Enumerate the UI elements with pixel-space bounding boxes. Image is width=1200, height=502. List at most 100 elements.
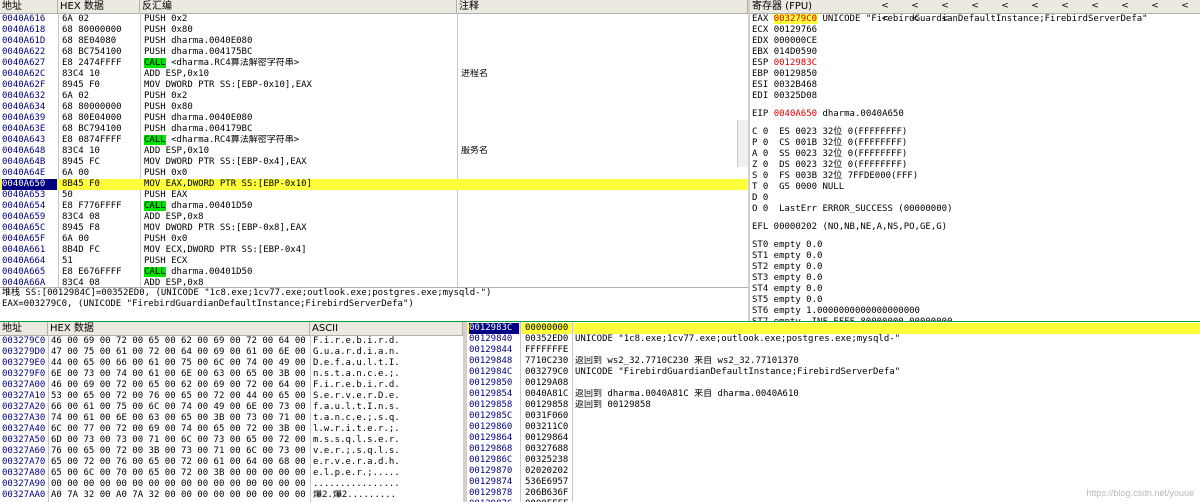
register-ebp[interactable]: EBP 00129850 <box>752 69 1200 80</box>
fpu-register[interactable]: ST5 empty 0.0 <box>752 295 1200 306</box>
register-value[interactable]: 014D0590 <box>774 47 817 57</box>
dump-row[interactable]: 00327A80 65 00 6C 00 70 00 65 00 72 00 3B… <box>0 468 463 479</box>
flag-line[interactable]: T 0 GS 0000 NULL <box>752 182 1200 193</box>
stack-row[interactable]: 00129858 00129858 返回到 00129858 <box>467 400 1200 411</box>
register-eip[interactable]: EIP 0040A650 dharma.0040A650 <box>752 109 1200 120</box>
disasm-row[interactable]: 0040A648 83C4 10 ADD ESP,0x10 服务名 <box>0 146 748 157</box>
dump-row[interactable]: 00327A40 6C 00 77 00 72 00 69 00 74 00 65… <box>0 424 463 435</box>
flag-line[interactable]: D 0 <box>752 193 1200 204</box>
disasm-row[interactable]: 0040A65C 8945 F8 MOV DWORD PTR SS:[EBP-0x8… <box>0 223 748 234</box>
disasm-row[interactable]: 0040A654 E8 F776FFFF CALL dharma.00401D50 <box>0 201 748 212</box>
disasm-row[interactable]: 0040A643 E8 0874FFFF CALL <dharma.RC4算法解密字… <box>0 135 748 146</box>
dump-col-addr-header[interactable]: 地址 <box>0 322 48 335</box>
register-value[interactable]: 0012983C <box>774 58 817 68</box>
dump-row[interactable]: 00327A30 74 00 61 00 6E 00 63 00 65 00 3B… <box>0 413 463 424</box>
dump-pane[interactable]: 地址 HEX 数据 ASCII 003279C0 46 00 69 00 72 0… <box>0 322 463 502</box>
disasm-row[interactable]: 0040A618 68 80000000 PUSH 0x80 <box>0 25 748 36</box>
disasm-row[interactable]: 0040A653 50 PUSH EAX <box>0 190 748 201</box>
stack-row[interactable]: 0012986C 00325238 <box>467 455 1200 466</box>
dump-col-ascii-header[interactable]: ASCII <box>310 322 463 335</box>
disasm-row[interactable]: 0040A632 6A 02 PUSH 0x2 <box>0 91 748 102</box>
disasm-row[interactable]: 0040A65F 6A 00 PUSH 0x0 <box>0 234 748 245</box>
register-value[interactable]: 00325D08 <box>774 91 817 101</box>
disasm-row[interactable]: 0040A63E 68 BC794100 PUSH dharma.004179BC <box>0 124 748 135</box>
dump-row[interactable]: 003279D0 47 00 75 00 61 00 72 00 64 00 69… <box>0 347 463 358</box>
stack-row[interactable]: 0012983C 00000000 <box>467 323 1200 334</box>
dump-row[interactable]: 00327A50 6D 00 73 00 73 00 71 00 6C 00 73… <box>0 435 463 446</box>
dump-row[interactable]: 00327A10 53 00 65 00 72 00 76 00 65 00 72… <box>0 391 463 402</box>
flag-line[interactable]: P 0 CS 001B 32位 0(FFFFFFFF) <box>752 138 1200 149</box>
col-asm-header[interactable]: 反汇编 <box>140 0 457 13</box>
fpu-register[interactable]: ST3 empty 0.0 <box>752 273 1200 284</box>
disasm-row[interactable]: 0040A664 51 PUSH ECX <box>0 256 748 267</box>
stack-row[interactable]: 0012985C 0031F060 <box>467 411 1200 422</box>
registers-title[interactable]: 寄存器 (FPU) <box>750 0 870 13</box>
register-nav-arrow[interactable]: < <box>990 0 1020 13</box>
register-esi[interactable]: ESI 0032B468 <box>752 80 1200 91</box>
fpu-register[interactable]: ST2 empty 0.0 <box>752 262 1200 273</box>
disasm-row[interactable]: 0040A627 E8 2474FFFF CALL <dharma.RC4算法解密字… <box>0 58 748 69</box>
disasm-row[interactable]: 0040A62C 83C4 10 ADD ESP,0x10 进程名 <box>0 69 748 80</box>
register-value[interactable]: 003279C0 <box>773 14 818 24</box>
disasm-row[interactable]: 0040A659 83C4 08 ADD ESP,0x8 <box>0 212 748 223</box>
stack-row[interactable]: 00129870 02020202 <box>467 466 1200 477</box>
stack-row[interactable]: 00129848 7710C230 返回到 ws2_32.7710C230 来自 w… <box>467 356 1200 367</box>
register-ebx[interactable]: EBX 014D0590 <box>752 47 1200 58</box>
register-nav-arrow[interactable]: < <box>1110 0 1140 13</box>
dump-col-hex-header[interactable]: HEX 数据 <box>48 322 310 335</box>
stack-row[interactable]: 00129864 00129864 <box>467 433 1200 444</box>
register-nav-arrow[interactable]: < <box>870 0 900 13</box>
register-value[interactable]: 0040A650 <box>774 109 817 119</box>
dump-row[interactable]: 00327A90 00 00 00 00 00 00 00 00 00 00 00… <box>0 479 463 490</box>
registers-pane[interactable]: 寄存器 (FPU) < < < < < < < < < < << < < EAX 003279C0 UN… <box>750 0 1200 322</box>
flag-line[interactable]: C 0 ES 0023 32位 0(FFFFFFFF) <box>752 127 1200 138</box>
register-nav-arrows[interactable]: < < < < < < < < < < << < < <box>870 0 1200 24</box>
disasm-row[interactable]: 0040A66A 83C4 08 ADD ESP,0x8 <box>0 278 748 287</box>
dump-row[interactable]: 003279C0 46 00 69 00 72 00 65 00 62 00 69… <box>0 336 463 347</box>
stack-row[interactable]: 0012984C 003279C0 UNICODE "FirebirdGuardia… <box>467 367 1200 378</box>
disasm-pane[interactable]: 地址 HEX 数据 反汇编 注释 0040A616 6A 02 PUSH 0x2 00… <box>0 0 748 287</box>
efl-line[interactable]: EFL 00000202 (NO,NB,NE,A,NS,PO,GE,G) <box>752 222 1200 233</box>
register-value[interactable]: 00129850 <box>774 69 817 79</box>
dump-row[interactable]: 00327A60 76 00 65 00 72 00 3B 00 73 00 71… <box>0 446 463 457</box>
register-nav-arrow[interactable]: < <box>1020 0 1050 13</box>
stack-row[interactable]: 00129874 536E6957 <box>467 477 1200 488</box>
disasm-row[interactable]: 0040A62F 8945 F0 MOV DWORD PTR SS:[EBP-0x1… <box>0 80 748 91</box>
disasm-row[interactable]: 0040A64E 6A 00 PUSH 0x0 <box>0 168 748 179</box>
register-value[interactable]: 000000CE <box>774 36 817 46</box>
register-value[interactable]: 00129766 <box>774 25 817 35</box>
disasm-row[interactable]: 0040A616 6A 02 PUSH 0x2 <box>0 14 748 25</box>
col-addr-header[interactable]: 地址 <box>0 0 58 13</box>
flag-line[interactable]: O 0 LastErr ERROR_SUCCESS (00000000) <box>752 204 1200 215</box>
fpu-register[interactable]: ST1 empty 0.0 <box>752 251 1200 262</box>
disasm-row[interactable]: 0040A622 68 BC754100 PUSH dharma.004175BC <box>0 47 748 58</box>
dump-row[interactable]: 003279E0 44 00 65 00 66 00 61 00 75 00 6C… <box>0 358 463 369</box>
dump-row[interactable]: 00327A70 65 00 72 00 76 00 65 00 72 00 61… <box>0 457 463 468</box>
disasm-row[interactable]: 0040A639 68 80E04000 PUSH dharma.0040E080 <box>0 113 748 124</box>
flag-line[interactable]: S 0 FS 003B 32位 7FFDE000(FFF) <box>752 171 1200 182</box>
register-nav-arrow[interactable]: < <box>1170 0 1200 13</box>
stack-row[interactable]: 00129840 00352ED0 UNICODE "1c8.exe;1cv77.e… <box>467 334 1200 345</box>
stack-pane[interactable]: 0012983C 00000000 00129840 00352ED0 UNICODE … <box>467 322 1200 502</box>
col-hex-header[interactable]: HEX 数据 <box>58 0 140 13</box>
register-esp[interactable]: ESP 0012983C <box>752 58 1200 69</box>
dump-row[interactable]: 00327A20 66 00 61 00 75 00 6C 00 74 00 49… <box>0 402 463 413</box>
flag-line[interactable]: A 0 SS 0023 32位 0(FFFFFFFF) <box>752 149 1200 160</box>
register-nav-arrow[interactable]: < <box>1050 0 1080 13</box>
register-nav-arrow[interactable]: < <box>1140 0 1170 13</box>
register-nav-arrow[interactable]: < <box>930 0 960 13</box>
disasm-row[interactable]: 0040A61D 68 8E04080 PUSH dharma.0040E080 <box>0 36 748 47</box>
disasm-row[interactable]: 0040A665 E8 E676FFFF CALL dharma.00401D50 <box>0 267 748 278</box>
dump-row[interactable]: 003279F0 6E 00 73 00 74 00 61 00 6E 00 63… <box>0 369 463 380</box>
register-edx[interactable]: EDX 000000CE <box>752 36 1200 47</box>
register-ecx[interactable]: ECX 00129766 <box>752 25 1200 36</box>
fpu-register[interactable]: ST0 empty 0.0 <box>752 240 1200 251</box>
disasm-row[interactable]: 0040A661 8B4D FC MOV ECX,DWORD PTR SS:[EBP… <box>0 245 748 256</box>
col-comment-header[interactable]: 注释 <box>457 0 748 13</box>
disasm-row[interactable]: 0040A650 8B45 F0 MOV EAX,DWORD PTR SS:[EBP… <box>0 179 748 190</box>
flag-line[interactable]: Z 0 DS 0023 32位 0(FFFFFFFF) <box>752 160 1200 171</box>
register-edi[interactable]: EDI 00325D08 <box>752 91 1200 102</box>
register-nav-arrow[interactable]: < <box>900 0 930 13</box>
stack-row[interactable]: 00129844 FFFFFFFE <box>467 345 1200 356</box>
register-nav-arrow[interactable]: < <box>1080 0 1110 13</box>
